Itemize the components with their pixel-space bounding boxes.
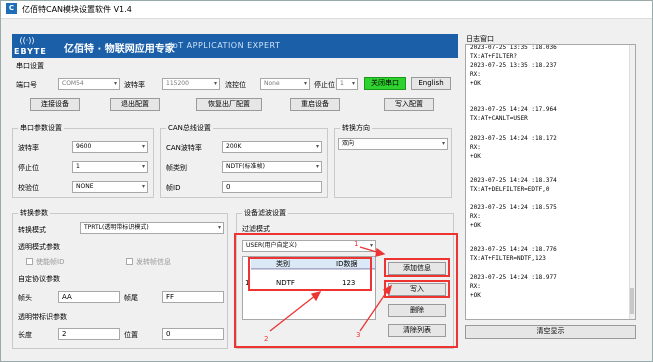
baud-select[interactable]: 115200 ▾ [162,78,220,90]
frame-id-label: 帧ID [166,184,181,192]
close-port-button[interactable]: 关闭串口 [364,77,406,90]
factory-reset-button[interactable]: 恢复出厂配置 [196,98,262,111]
log-line: TX:AT+DELFILTER=EDTF,0 [470,186,550,193]
uart-stop-label: 停止位 [18,164,39,172]
log-line: 2023-07-25 13:35 :18.237 [470,62,557,69]
position-label: 位置 [124,331,138,339]
write-config-button[interactable]: 写入配置 [384,98,434,111]
device-filter-title: 设备滤波设置 [242,208,288,218]
transfer-mode-label: 转换模式 [18,226,46,234]
direction-select[interactable]: 双向 ▾ [338,138,448,150]
log-title: 日志窗口 [466,35,494,43]
transparent-params-title: 透明模式参数 [18,243,60,251]
log-line: +OK [470,292,481,299]
english-button[interactable]: English [411,77,451,90]
annotation-label-1: 1 [354,240,359,248]
uart-stop-select[interactable]: 1 ▾ [72,161,148,173]
uart-parity-label: 校验位 [18,184,39,192]
log-line: 2023-07-25 13:35 :18.036 [470,44,557,51]
transfer-mode-select[interactable]: TPRTL(透明带标识模式) ▾ [80,222,224,234]
annotation-label-3: 3 [356,331,361,339]
log-line: 2023-07-25 14:24 :18.374 [470,177,557,184]
enable-frame-id-label: 使能帧ID [36,258,65,266]
annotation-arrows [269,246,393,332]
frame-id-input[interactable]: 0 [222,181,322,193]
annotation-label-2: 2 [264,335,269,343]
log-line: 2023-07-25 14:24 :18.977 [470,274,557,281]
can-baud-label: CAN波特率 [166,144,202,152]
flow-label: 流控位 [225,81,246,89]
frame-head-label: 帧头 [18,294,32,302]
length-label: 长度 [18,331,32,339]
log-line: 2023-07-25 14:24 :18.776 [470,246,557,253]
log-scrollbar[interactable] [629,45,635,319]
frame-tail-label: 帧尾 [124,294,138,302]
direction-title: 转换方向 [340,123,372,133]
log-line: 2023-07-25 14:24 :18.575 [470,204,557,211]
frame-tail-input[interactable]: FF [162,291,224,303]
log-line: RX: [470,144,481,151]
connect-device-button[interactable]: 连接设备 [30,98,80,111]
uart-params-title: 串口参数设置 [18,123,64,133]
stop-select[interactable]: 1 ▾ [336,78,358,90]
frame-type-label: 帧类别 [166,164,187,172]
position-input[interactable]: 0 [162,328,224,340]
log-line: +OK [470,222,481,229]
stop-label: 停止位 [314,81,335,89]
exit-config-button[interactable]: 退出配置 [110,98,160,111]
uart-parity-select[interactable]: NONE ▾ [72,181,148,193]
log-scrollbar-thumb[interactable] [630,288,634,314]
log-line: 2023-07-25 14:24 :18.172 [470,135,557,142]
uart-baud-select[interactable]: 9600 ▾ [72,141,148,153]
baud-label: 波特率 [124,81,145,89]
can-params-title: CAN总线设置 [166,123,213,133]
log-line: TX:AT+CANLT=USER [470,115,528,122]
log-line: RX: [470,71,481,78]
length-input[interactable]: 2 [58,328,120,340]
send-frame-info-label: 发转帧信息 [136,258,171,266]
log-line: 2023-07-25 14:24 :17.964 [470,106,557,113]
tag-params-title: 透明带标识参数 [18,313,67,321]
uart-baud-label: 波特率 [18,144,39,152]
log-line: RX: [470,283,481,290]
app-icon: C [6,3,17,14]
can-baud-select[interactable]: 200K ▾ [222,141,322,153]
log-line: +OK [470,80,481,87]
clear-display-button[interactable]: 清空显示 [465,325,636,339]
log-line: +OK [470,153,481,160]
banner-slogan-en: IoT APPLICATION EXPERT [170,41,281,50]
log-window[interactable]: 2023-07-25 13:35 :18.036 TX:AT+FILTER? 2… [465,44,636,320]
port-label: 端口号 [16,81,37,89]
enable-frame-id-checkbox[interactable] [26,258,33,265]
frame-head-input[interactable]: AA [58,291,120,303]
banner-slogan: 亿佰特 · 物联网应用专家 [64,44,175,55]
log-line: RX: [470,213,481,220]
send-frame-info-checkbox[interactable] [126,258,133,265]
frame-type-select[interactable]: NDTF(标准帧) ▾ [222,161,322,173]
log-line: TX:AT+FILTER=NDTF,123 [470,255,546,262]
log-line: TX:AT+FILTER? [470,53,517,60]
serial-settings-title: 串口设置 [16,62,44,70]
port-select[interactable]: COM54 ▾ [58,78,120,90]
brand-logo: EBYTE [14,47,47,56]
flow-select[interactable]: None ▾ [260,78,310,90]
custom-protocol-title: 自定协议参数 [18,275,60,283]
restart-device-button[interactable]: 重启设备 [290,98,340,111]
window-title: 亿佰特CAN模块设置软件 V1.4 [22,5,132,14]
transfer-params-title: 转换参数 [18,208,50,218]
